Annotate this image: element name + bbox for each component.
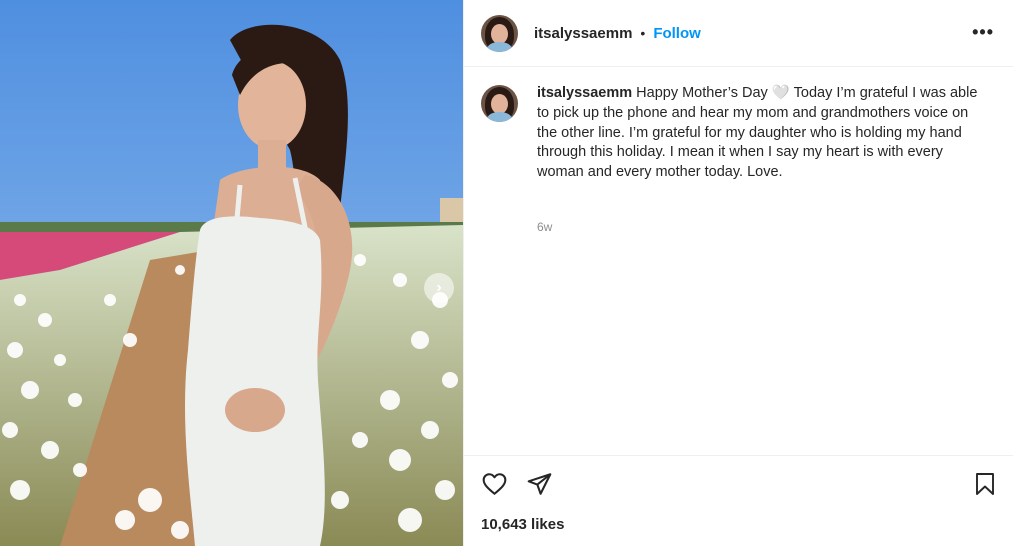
caption-text: itsalyssaemm Happy Mother’s Day 🤍 Today … <box>537 84 982 183</box>
action-bar: 10,643 likes <box>464 455 1013 546</box>
more-options-icon[interactable]: ••• <box>972 22 994 43</box>
bookmark-icon[interactable] <box>973 471 997 502</box>
paper-plane-icon[interactable] <box>526 471 553 502</box>
follow-button[interactable]: Follow <box>653 25 701 42</box>
heart-icon[interactable] <box>481 471 508 502</box>
post-timestamp[interactable]: 6w <box>537 220 552 234</box>
post-photo[interactable]: › <box>0 0 463 546</box>
username-link[interactable]: itsalyssaemm <box>534 25 632 42</box>
post-photo-illustration <box>0 0 463 546</box>
caption: itsalyssaemm Happy Mother’s Day 🤍 Today … <box>481 84 1001 183</box>
likes-count[interactable]: 10,643 likes <box>481 516 564 533</box>
post-sidebar: itsalyssaemm • Follow ••• itsalyssaemm H… <box>463 0 1013 546</box>
caption-avatar[interactable] <box>481 85 518 122</box>
post-header: itsalyssaemm • Follow ••• <box>464 0 1013 67</box>
caption-username-link[interactable]: itsalyssaemm <box>537 85 632 101</box>
separator-dot: • <box>640 25 646 41</box>
next-photo-icon[interactable]: › <box>424 273 454 303</box>
avatar[interactable] <box>481 14 518 52</box>
